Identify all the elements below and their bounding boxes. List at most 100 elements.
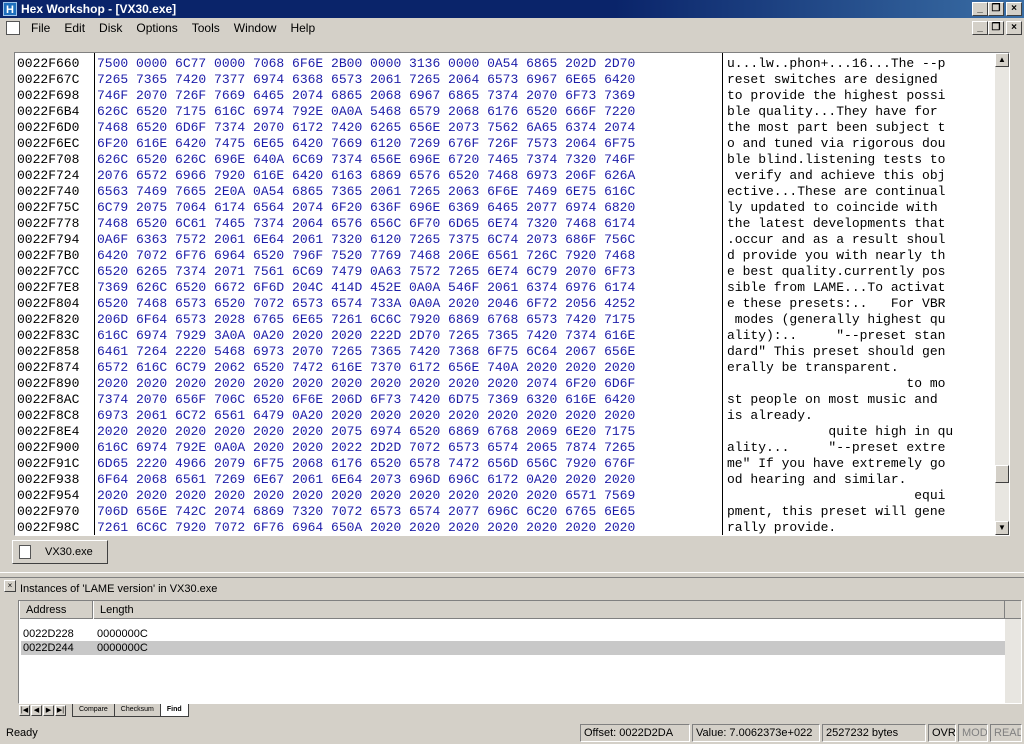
close-button[interactable]: × [1006, 2, 1022, 16]
hex-row-bytes[interactable]: 616C 6974 792E 0A0A 2020 2020 2022 2D2D … [97, 440, 719, 456]
hex-row-ascii[interactable]: erally be transparent. [727, 360, 997, 376]
hex-row-bytes[interactable]: 626C 6520 7175 616C 6974 792E 0A0A 5468 … [97, 104, 719, 120]
hex-row-ascii[interactable]: st people on most music and [727, 392, 997, 408]
restore-button[interactable]: ❐ [988, 2, 1004, 16]
hex-row-bytes[interactable]: 7261 6C6C 7920 7072 6F76 6964 650A 2020 … [97, 520, 719, 536]
hex-row-ascii[interactable]: quite high in qu [727, 424, 997, 440]
hex-row-ascii[interactable]: od hearing and similar. [727, 472, 997, 488]
hex-row-bytes[interactable]: 7500 0000 6C77 0000 7068 6F6E 2B00 0000 … [97, 56, 719, 72]
hex-row-bytes[interactable]: 2020 2020 2020 2020 2020 2020 2020 2020 … [97, 376, 719, 392]
document-restore-button[interactable]: ❐ [988, 21, 1004, 35]
results-vertical-scrollbar[interactable] [1005, 619, 1021, 703]
hex-row-ascii[interactable]: ality... "--preset extre [727, 440, 997, 456]
hex-row-ascii[interactable]: pment, this preset will gene [727, 504, 997, 520]
tab-first-arrow-icon[interactable]: |◀ [19, 705, 30, 716]
hex-row-bytes[interactable]: 7369 626C 6520 6672 6F6D 204C 414D 452E … [97, 280, 719, 296]
tab-find[interactable]: Find [159, 704, 189, 717]
hex-row-bytes[interactable]: 616C 6974 7929 3A0A 0A20 2020 2020 222D … [97, 328, 719, 344]
tab-checksum[interactable]: Checksum [113, 704, 161, 717]
hex-row-ascii[interactable]: u...lw..phon+...16...The --p [727, 56, 997, 72]
menu-edit[interactable]: Edit [57, 18, 92, 38]
panel-close-icon[interactable]: × [4, 580, 16, 592]
scrollbar-thumb[interactable] [995, 465, 1009, 483]
hex-row-ascii[interactable]: to provide the highest possi [727, 88, 997, 104]
hex-row-ascii[interactable]: ly updated to coincide with [727, 200, 997, 216]
hex-row-ascii[interactable]: o and tuned via rigorous dou [727, 136, 997, 152]
result-length: 0000000C [97, 642, 148, 654]
hex-row-ascii[interactable]: ality):.. "--preset stan [727, 328, 997, 344]
hex-row-bytes[interactable]: 7374 2070 656F 706C 6520 6F6E 206D 6F73 … [97, 392, 719, 408]
results-list[interactable]: Address Length 0022D228 0000000C 0022D24… [18, 600, 1022, 704]
menu-window[interactable]: Window [227, 18, 284, 38]
scroll-down-arrow-icon[interactable]: ▼ [995, 521, 1009, 535]
column-header-address[interactable]: Address [19, 601, 93, 619]
hex-row-ascii[interactable]: the most part been subject t [727, 120, 997, 136]
hex-row-bytes[interactable]: 706D 656E 742C 2074 6869 7320 7072 6573 … [97, 504, 719, 520]
hex-row-bytes[interactable]: 2020 2020 2020 2020 2020 2020 2075 6974 … [97, 424, 719, 440]
column-header-length[interactable]: Length [93, 601, 1005, 619]
hex-row-bytes[interactable]: 6520 6265 7374 2071 7561 6C69 7479 0A63 … [97, 264, 719, 280]
hex-row-ascii[interactable]: ble blind.listening tests to [727, 152, 997, 168]
menu-file[interactable]: File [24, 18, 57, 38]
hex-row-ascii[interactable]: ective...These are continual [727, 184, 997, 200]
hex-row-ascii[interactable]: .occur and as a result shoul [727, 232, 997, 248]
hex-row-bytes[interactable]: 0A6F 6363 7572 2061 6E64 2061 7320 6120 … [97, 232, 719, 248]
document-close-button[interactable]: × [1006, 21, 1022, 35]
hex-row-bytes[interactable]: 2076 6572 6966 7920 616E 6420 6163 6869 … [97, 168, 719, 184]
hex-row-ascii[interactable]: dard" This preset should gen [727, 344, 997, 360]
hex-row-bytes[interactable]: 626C 6520 626C 696E 640A 6C69 7374 656E … [97, 152, 719, 168]
document-tab-vx30[interactable]: VX30.exe [12, 540, 108, 564]
list-item[interactable]: 0022D228 0000000C [21, 627, 1005, 641]
hex-row-ascii[interactable]: modes (generally highest qu [727, 312, 997, 328]
hex-row-ascii[interactable]: e best quality.currently pos [727, 264, 997, 280]
hex-row-bytes[interactable]: 7468 6520 6C61 7465 7374 2064 6576 656C … [97, 216, 719, 232]
hex-editor-view[interactable]: 0022F660 7500 0000 6C77 0000 7068 6F6E 2B… [14, 52, 1010, 536]
hex-grid[interactable]: 0022F660 7500 0000 6C77 0000 7068 6F6E 2B… [15, 53, 997, 535]
menu-disk[interactable]: Disk [92, 18, 129, 38]
hex-row-bytes[interactable]: 6F64 2068 6561 7269 6E67 2061 6E64 2073 … [97, 472, 719, 488]
hex-row-bytes[interactable]: 6F20 616E 6420 7475 6E65 6420 7669 6120 … [97, 136, 719, 152]
hex-row-bytes[interactable]: 6D65 2220 4966 2079 6F75 2068 6176 6520 … [97, 456, 719, 472]
hex-row-bytes[interactable]: 746F 2070 726F 7669 6465 2074 6865 2068 … [97, 88, 719, 104]
hex-row-ascii[interactable]: rally provide. [727, 520, 997, 536]
hex-row-ascii[interactable]: is already. [727, 408, 997, 424]
hex-row-ascii[interactable]: equi [727, 488, 997, 504]
hex-row-ascii[interactable]: the latest developments that [727, 216, 997, 232]
hex-row-bytes[interactable]: 6572 616C 6C79 2062 6520 7472 616E 7370 … [97, 360, 719, 376]
document-system-menu-icon[interactable] [6, 21, 20, 35]
status-ready: Ready [6, 727, 38, 739]
hex-row-ascii[interactable]: ble quality...They have for [727, 104, 997, 120]
hex-row-ascii[interactable]: verify and achieve this obj [727, 168, 997, 184]
hex-row-ascii[interactable]: reset switches are designed [727, 72, 997, 88]
tab-compare[interactable]: Compare [72, 704, 115, 717]
minimize-button[interactable]: _ [972, 2, 988, 16]
hex-row-bytes[interactable]: 6461 7264 2220 5468 6973 2070 7265 7365 … [97, 344, 719, 360]
document-minimize-button[interactable]: _ [972, 21, 988, 35]
tab-last-arrow-icon[interactable]: ▶| [55, 705, 66, 716]
status-read: READ [990, 724, 1022, 742]
hex-row-ascii[interactable]: me" If you have extremely go [727, 456, 997, 472]
tab-next-arrow-icon[interactable]: ▶ [43, 705, 54, 716]
scroll-up-arrow-icon[interactable]: ▲ [995, 53, 1009, 67]
hex-row-bytes[interactable]: 206D 6F64 6573 2028 6765 6E65 7261 6C6C … [97, 312, 719, 328]
hex-row-bytes[interactable]: 6973 2061 6C72 6561 6479 0A20 2020 2020 … [97, 408, 719, 424]
menu-options[interactable]: Options [129, 18, 184, 38]
menu-tools[interactable]: Tools [185, 18, 227, 38]
hex-row-bytes[interactable]: 6563 7469 7665 2E0A 0A54 6865 7365 2061 … [97, 184, 719, 200]
hex-row-ascii[interactable]: to mo [727, 376, 997, 392]
tab-prev-arrow-icon[interactable]: ◀ [31, 705, 42, 716]
hex-row-bytes[interactable]: 6420 7072 6F76 6964 6520 796F 7520 7769 … [97, 248, 719, 264]
hex-row-ascii[interactable]: d provide you with nearly th [727, 248, 997, 264]
hex-vertical-scrollbar[interactable]: ▲ ▼ [995, 53, 1009, 535]
hex-row-ascii[interactable]: sible from LAME...To activat [727, 280, 997, 296]
hex-row-bytes[interactable]: 2020 2020 2020 2020 2020 2020 2020 2020 … [97, 488, 719, 504]
title-bar[interactable]: H Hex Workshop - [VX30.exe] _ ❐ × [0, 0, 1024, 18]
hex-row-bytes[interactable]: 7468 6520 6D6F 7374 2070 6172 7420 6265 … [97, 120, 719, 136]
hex-row-address: 0022F91C [17, 456, 80, 471]
list-item[interactable]: 0022D244 0000000C [21, 641, 1005, 655]
hex-row-bytes[interactable]: 6520 7468 6573 6520 7072 6573 6574 733A … [97, 296, 719, 312]
hex-row-bytes[interactable]: 7265 7365 7420 7377 6974 6368 6573 2061 … [97, 72, 719, 88]
hex-row-bytes[interactable]: 6C79 2075 7064 6174 6564 2074 6F20 636F … [97, 200, 719, 216]
hex-row-ascii[interactable]: e these presets:.. For VBR [727, 296, 997, 312]
menu-help[interactable]: Help [283, 18, 322, 38]
